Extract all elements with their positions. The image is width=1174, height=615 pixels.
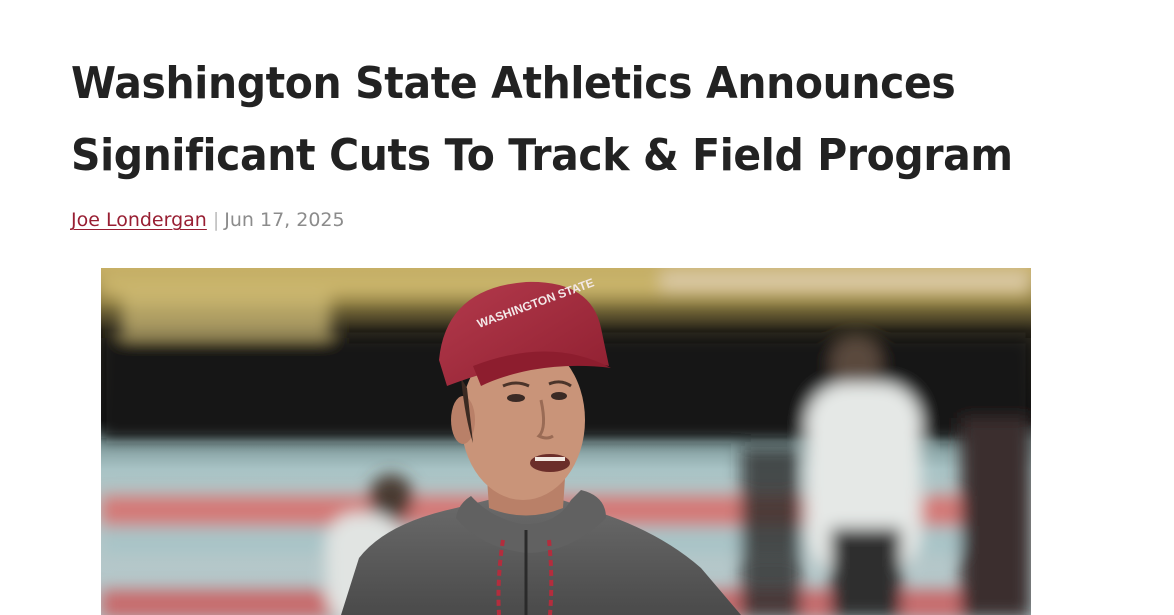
publish-date: Jun 17, 2025 [224, 209, 345, 231]
headline-line-1: Washington State Athletics Announces [71, 58, 956, 109]
article-header: Washington State Athletics Announces Sig… [71, 48, 1131, 192]
article-headline: Washington State Athletics Announces Sig… [71, 48, 1057, 192]
byline-separator: | [212, 209, 220, 231]
byline: Joe Londergan | Jun 17, 2025 [71, 207, 345, 233]
author-link[interactable]: Joe Londergan [71, 209, 207, 231]
hero-image: WASHINGTON STATE [101, 268, 1031, 615]
headline-line-2: Significant Cuts To Track & Field Progra… [71, 130, 1013, 181]
hero-photo: WASHINGTON STATE [101, 268, 1031, 615]
